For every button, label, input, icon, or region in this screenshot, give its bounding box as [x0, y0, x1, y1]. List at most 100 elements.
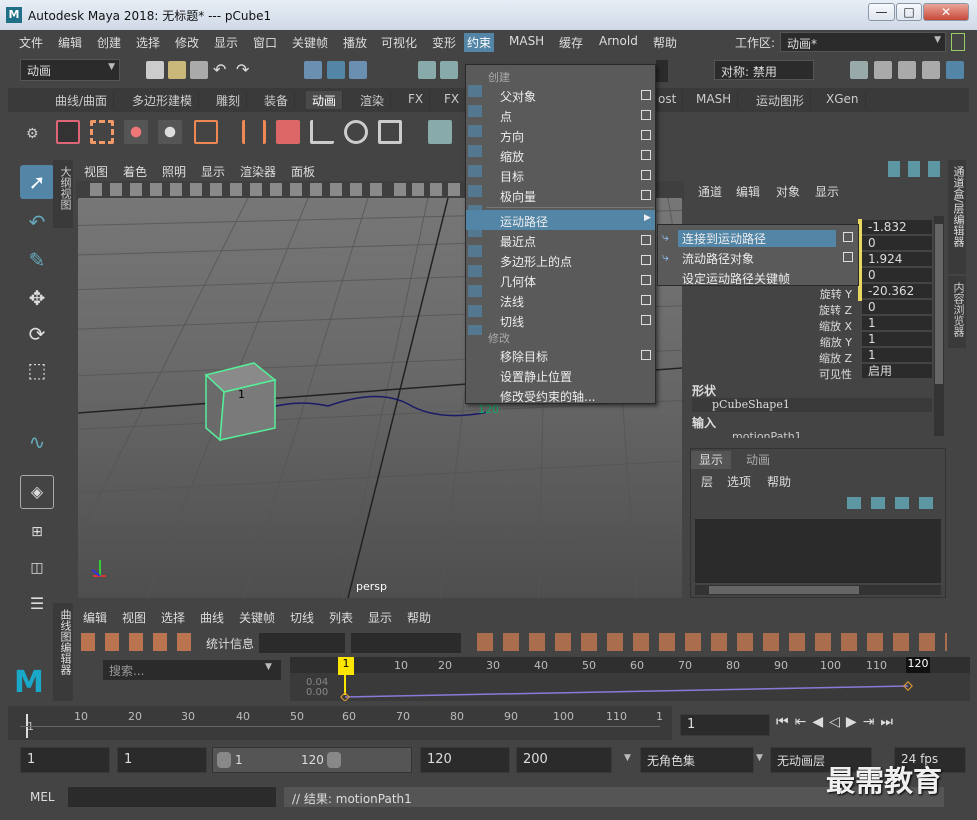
menu-item-motion-path[interactable]: 运动路径 ▶: [466, 210, 655, 230]
menu-item-orient[interactable]: 方向: [466, 125, 655, 145]
shelf-tab-animation[interactable]: 动画: [306, 91, 344, 109]
step-back-icon[interactable]: ◀: [812, 714, 829, 730]
menu-arnold[interactable]: Arnold: [596, 33, 641, 49]
attr-value-rx[interactable]: 0: [862, 268, 932, 282]
ge-menu-tangents[interactable]: 切线: [290, 609, 314, 626]
pcube[interactable]: [204, 362, 277, 442]
ge-menu-show[interactable]: 显示: [368, 609, 392, 626]
menu-constrain[interactable]: 约束: [464, 33, 495, 52]
attr-value-sz[interactable]: 1: [862, 348, 932, 362]
ge-stats-field2[interactable]: [351, 633, 461, 653]
range-handle-end[interactable]: [327, 752, 341, 768]
go-end-icon[interactable]: ⏭: [880, 714, 899, 730]
playblast-icon[interactable]: [56, 120, 80, 144]
cb-menu-show[interactable]: 显示: [815, 183, 839, 200]
menu-item-tangent[interactable]: 切线: [466, 310, 655, 330]
breakdown-icon[interactable]: [276, 120, 300, 144]
attr-value-tx[interactable]: -1.832: [862, 220, 932, 234]
shelf-tab-poly[interactable]: 多边形建模: [126, 91, 200, 109]
step-forward-key-icon[interactable]: ⇥: [863, 714, 881, 730]
input-node[interactable]: motionPath1: [692, 430, 932, 438]
camera-tools-icons[interactable]: [90, 183, 390, 196]
layer-hscroll[interactable]: [695, 585, 941, 595]
toggle-channelbox-icon[interactable]: [946, 61, 964, 79]
ghost-icon[interactable]: [90, 120, 114, 144]
close-button[interactable]: ✕: [923, 3, 969, 21]
attr-value-tz[interactable]: 1.924: [862, 252, 932, 266]
hypershade-icon[interactable]: [922, 61, 940, 79]
ge-menu-curves[interactable]: 曲线: [200, 609, 224, 626]
menu-item-aim[interactable]: 目标: [466, 165, 655, 185]
submenu-set-path-key[interactable]: 设定运动路径关键帧: [658, 267, 858, 287]
turntable-icon[interactable]: [158, 120, 182, 144]
move-tool-icon[interactable]: ✥: [20, 281, 54, 315]
range-slider[interactable]: 1 120: [212, 747, 412, 773]
ik-handle-icon[interactable]: [428, 120, 452, 144]
command-lang-toggle[interactable]: MEL: [30, 790, 55, 804]
key-rotate-icon[interactable]: [344, 120, 368, 144]
ge-curve[interactable]: [290, 657, 970, 701]
menu-item-point-on-poly[interactable]: 多边形上的点: [466, 250, 655, 270]
snap-curve-icon[interactable]: [440, 61, 458, 79]
menu-cache[interactable]: 缓存: [556, 33, 586, 52]
shelf-tab-xgen[interactable]: XGen: [820, 91, 866, 109]
menuset-dropdown[interactable]: 动画 ▼: [20, 59, 120, 81]
vp-menu-show[interactable]: 显示: [201, 163, 225, 180]
vp-menu-shading[interactable]: 着色: [123, 163, 147, 180]
ge-menu-list[interactable]: 列表: [329, 609, 353, 626]
current-frame-field[interactable]: 1: [680, 714, 770, 736]
select-hierarchy-icon[interactable]: [304, 61, 322, 79]
menu-item-pole-vector[interactable]: 极向量: [466, 185, 655, 205]
shelf-tab-rendering[interactable]: 渲染: [354, 91, 392, 109]
motion-path-curve[interactable]: [255, 395, 489, 417]
attr-value-sy[interactable]: 1: [862, 332, 932, 346]
menu-edit[interactable]: 编辑: [55, 33, 85, 52]
channelbox-side-tab[interactable]: 通道盒/层编辑器: [948, 160, 966, 274]
vp-menu-lighting[interactable]: 照明: [162, 163, 186, 180]
cb-menu-edit[interactable]: 编辑: [736, 183, 760, 200]
channelbox-scrollbar[interactable]: [934, 216, 944, 436]
single-layout-icon[interactable]: ◈: [20, 475, 54, 509]
ge-graph-area[interactable]: 10 20 30 40 50 60 70 80 90 100 110 0.04 …: [290, 657, 970, 701]
scene-start-field[interactable]: 1: [20, 747, 110, 773]
menu-modify[interactable]: 修改: [172, 33, 202, 52]
shape-node[interactable]: pCubeShape1: [692, 398, 932, 412]
attr-value-visibility[interactable]: 启用: [862, 364, 932, 378]
show-manipulator-icon[interactable]: ∿: [20, 425, 54, 459]
menu-select[interactable]: 选择: [133, 33, 163, 52]
select-component-icon[interactable]: [349, 61, 367, 79]
gear-icon[interactable]: ⚙: [26, 126, 39, 142]
menu-visualize[interactable]: 可视化: [378, 33, 420, 52]
shelf-tab-curves[interactable]: 曲线/曲面: [49, 91, 115, 109]
range-handle-start[interactable]: [217, 752, 231, 768]
shelf-tab-sculpt[interactable]: 雕刻: [210, 91, 248, 109]
play-forward-icon[interactable]: ▶: [846, 714, 863, 730]
menu-key[interactable]: 关键帧: [289, 33, 331, 52]
redo-icon[interactable]: ↷: [236, 60, 249, 79]
key-scale-icon[interactable]: [378, 120, 402, 144]
vp-menu-view[interactable]: 视图: [84, 163, 108, 180]
ge-menu-help[interactable]: 帮助: [407, 609, 431, 626]
symmetry-dropdown[interactable]: 对称: 禁用: [714, 60, 814, 80]
workspace-dropdown[interactable]: 动画* ▼: [780, 32, 946, 52]
playback-end-field[interactable]: 120: [420, 747, 510, 773]
layer-list[interactable]: [695, 519, 941, 583]
motion-trail-icon[interactable]: [124, 120, 148, 144]
render-icon[interactable]: [850, 61, 868, 79]
time-slider[interactable]: 1 10 20 30 40 50 60 70 80 90 100 110 1: [8, 706, 672, 740]
new-scene-icon[interactable]: [146, 61, 164, 79]
attr-value-ty[interactable]: 0: [862, 236, 932, 250]
shelf-tab-bifrost[interactable]: ost: [652, 91, 684, 109]
menu-window[interactable]: 窗口: [250, 33, 280, 52]
two-layout-icon[interactable]: ◫: [20, 551, 54, 585]
attr-value-sx[interactable]: 1: [862, 316, 932, 330]
shelf-tab-motion-graphics[interactable]: 运动图形: [750, 91, 812, 109]
character-set-dropdown[interactable]: 无角色集: [640, 747, 754, 773]
attr-value-ry[interactable]: -20.362: [862, 284, 932, 298]
timeeditor-icon[interactable]: [194, 120, 218, 144]
menu-mash[interactable]: MASH: [506, 33, 547, 49]
vp-menu-panels[interactable]: 面板: [291, 163, 315, 180]
scale-tool-icon[interactable]: ⬚: [20, 353, 54, 387]
maximize-button[interactable]: □: [896, 3, 922, 21]
menu-item-set-rest[interactable]: 设置静止位置: [466, 365, 655, 385]
